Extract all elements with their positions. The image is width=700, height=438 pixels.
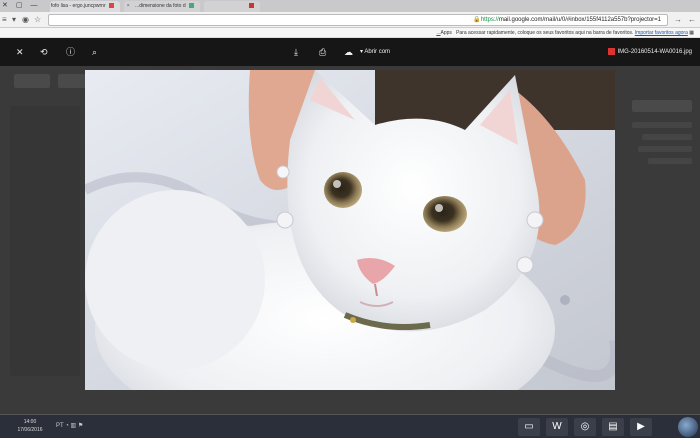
windows-taskbar: ▭ W ◎ ▤ ▶ PT ◔ ▥ ⚑ 14:00 17/06/2016 <box>0 414 700 438</box>
tab-favicon-icon <box>249 3 254 9</box>
ghost-nav <box>642 134 692 140</box>
tab-label: dimensione da foto d... <box>135 3 186 9</box>
zoom-icon[interactable]: ⌕ <box>92 46 97 58</box>
tab-3[interactable] <box>204 1 260 12</box>
extension-icon[interactable]: ◉ <box>22 15 29 25</box>
browser-tab-strip: fofo lisa - ergo.juncpwrnr × dimensione … <box>0 0 700 12</box>
file-name-text: IMG-20160514-WA0016.jpg <box>617 49 693 55</box>
tab-2[interactable]: dimensione da foto d... × <box>124 1 200 12</box>
taskbar-chrome-icon[interactable]: ◎ <box>574 418 596 436</box>
forward-arrow-icon[interactable]: → <box>674 15 682 25</box>
ghost-button <box>58 74 88 88</box>
apps-label[interactable]: Apps <box>440 30 451 36</box>
bookmarks-bar: ▦ Apps Para acessar rapidamente, coloque… <box>0 28 700 38</box>
language-indicator[interactable]: PT <box>56 423 64 429</box>
apps-icon[interactable]: ▦ <box>688 30 694 36</box>
info-icon[interactable]: ⓘ <box>66 46 75 58</box>
open-with-label: Abrir com <box>364 49 391 55</box>
taskbar-folder-icon[interactable]: ▤ <box>602 418 624 436</box>
filter-icon[interactable]: ▾ <box>12 15 16 25</box>
ghost-button <box>14 74 50 88</box>
close-window-icon[interactable]: ✕ <box>2 0 8 12</box>
tab-active[interactable]: fofo lisa - ergo.juncpwrnr × <box>50 1 120 12</box>
system-tray: PT ◔ ▥ ⚑ <box>56 422 83 429</box>
window-controls: ✕ ▢ — <box>2 0 38 12</box>
white-cat-photo <box>85 70 615 390</box>
maximize-window-icon[interactable]: ▢ <box>16 0 23 12</box>
browser-toolbar: ← → ↻ 🔒https://mail.google.com/mail/u/0/… <box>0 12 700 28</box>
ghost-compose <box>632 100 692 112</box>
lock-icon: 🔒 <box>473 17 481 23</box>
tab-label: fofo lisa - ergo.juncpwrnr <box>50 3 106 9</box>
screen: fofo lisa - ergo.juncpwrnr × dimensione … <box>0 0 700 438</box>
bookmarks-hint: Para acessar rapidamente, coloque os seu… <box>456 30 634 36</box>
ghost-nav <box>648 158 692 164</box>
clock[interactable]: 14:00 17/06/2016 <box>10 418 50 434</box>
drive-icon[interactable]: ☁ <box>344 46 353 58</box>
menu-icon[interactable]: ≡ <box>2 15 7 25</box>
taskbar-explorer-icon[interactable]: ▭ <box>518 418 540 436</box>
photo <box>85 70 615 390</box>
taskbar-word-icon[interactable]: W <box>546 418 568 436</box>
ghost-nav <box>638 146 692 152</box>
print-icon[interactable]: ⎙ <box>319 46 326 58</box>
clock-date: 17/06/2016 <box>17 427 43 433</box>
close-icon[interactable]: ✕ <box>16 46 24 58</box>
gmail-favicon-icon <box>109 3 114 9</box>
url-text: mail.google.com/mail/u/0/#inbox/155f4112… <box>498 17 661 23</box>
taskbar-media-icon[interactable]: ▶ <box>630 418 652 436</box>
search-favicon-icon <box>189 3 194 9</box>
download-icon[interactable]: ⤓ <box>294 46 298 58</box>
ghost-nav <box>632 122 692 128</box>
address-bar[interactable]: 🔒https://mail.google.com/mail/u/0/#inbox… <box>48 14 668 26</box>
network-icon[interactable]: ▥ <box>71 423 77 429</box>
bookmark-star-icon[interactable]: ☆ <box>34 15 41 25</box>
back-arrow-icon[interactable]: ← <box>688 15 696 25</box>
clock-time: 14:00 <box>23 419 37 425</box>
image-file-icon <box>607 47 615 55</box>
volume-icon[interactable]: ◔ <box>65 423 69 429</box>
url-scheme: https:// <box>480 17 499 23</box>
file-name: IMG-20160514-WA0016.jpg <box>607 46 693 58</box>
open-with-button[interactable]: ▾ Abrir com <box>360 46 390 58</box>
image-viewer-header: ✕ ⟲ ⓘ ⌕ ⤓ ⎙ ☁ ▾ Abrir com IMG-20160514-W… <box>0 38 700 66</box>
minimize-window-icon[interactable]: — <box>31 0 38 12</box>
start-button[interactable] <box>678 417 698 437</box>
flag-icon[interactable]: ⚑ <box>78 423 83 429</box>
close-tab-icon[interactable]: × <box>127 3 130 9</box>
ghost-column <box>10 106 80 376</box>
back-icon[interactable]: ⟲ <box>40 46 48 58</box>
